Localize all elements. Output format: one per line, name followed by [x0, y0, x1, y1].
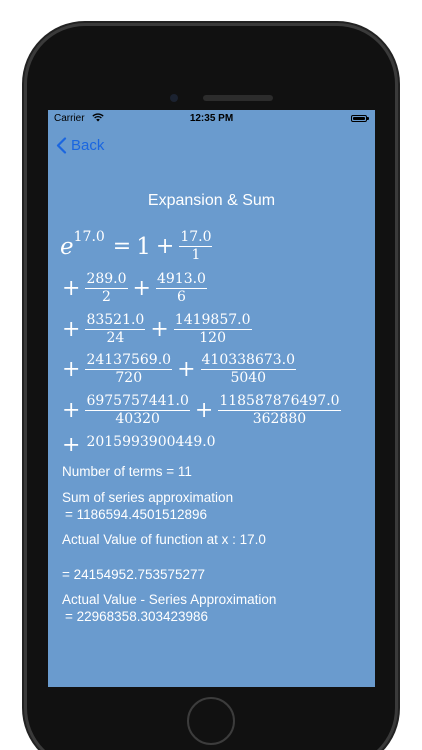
- clock: 12:35 PM: [189, 113, 234, 124]
- plus-sign: +: [62, 317, 81, 343]
- front-camera-icon: [170, 94, 178, 102]
- term-fraction: 83521.0 24: [85, 312, 146, 347]
- term-fraction: 289.0 2: [85, 271, 128, 306]
- first-term: 1: [136, 233, 151, 260]
- app-screen: Carrier 12:35 PM Back Expansion & Sum e …: [48, 110, 375, 687]
- plus-sign: +: [177, 357, 196, 383]
- plus-sign: +: [150, 317, 169, 343]
- sum-label: Sum of series approximation: [62, 490, 234, 505]
- home-button[interactable]: [187, 697, 235, 745]
- term-denominator: 1: [191, 247, 201, 264]
- plus-sign: +: [194, 398, 214, 424]
- back-button[interactable]: Back: [56, 137, 104, 154]
- expansion-row: e 17.0 = 1 + 17.0 1: [60, 228, 213, 264]
- expansion-row: + 6975757441.0 40320 + 118587876497.0 36…: [60, 393, 341, 428]
- term-denominator: 5040: [230, 370, 267, 387]
- term-denominator: 6: [177, 289, 186, 306]
- term-numerator: 6975757441.0: [85, 393, 190, 412]
- term-denominator: 362880: [252, 411, 307, 428]
- term-numerator: 118587876497.0: [218, 393, 341, 412]
- plus-sign: +: [62, 435, 81, 451]
- sum-value: = 1186594.4501512896: [65, 507, 208, 522]
- expansion-row: + 24137569.0 720 + 410338673.0 5040: [60, 352, 297, 387]
- plus-sign: +: [62, 357, 81, 383]
- term-fraction: 1419857.0 120: [173, 312, 252, 347]
- speaker-grille: [203, 95, 273, 101]
- actual-label: Actual Value of function at x : 17.0: [62, 532, 266, 547]
- page-title: Expansion & Sum: [147, 192, 276, 209]
- term-denominator: 24: [106, 330, 125, 347]
- term-fraction: 17.0 1: [179, 229, 213, 264]
- expansion-row-clipped: + 2015993900449.0: [60, 435, 217, 451]
- term-fraction: 4913.0 6: [155, 271, 207, 306]
- chevron-left-icon: [56, 137, 67, 154]
- term-fraction: 24137569.0 720: [85, 352, 173, 387]
- difference-label: Actual Value - Series Approximation: [62, 592, 277, 607]
- equals-sign: =: [112, 234, 132, 260]
- difference-value: = 22968358.303423986: [65, 609, 209, 624]
- term-fraction: 118587876497.0 362880: [218, 393, 341, 428]
- term-numerator: 1419857.0: [173, 312, 252, 331]
- expansion-row: + 289.0 2 + 4913.0 6: [60, 271, 207, 306]
- term-numerator: 2015993900449.0: [85, 435, 216, 451]
- plus-sign: +: [62, 398, 81, 424]
- term-fraction: 410338673.0 5040: [200, 352, 297, 387]
- term-numerator: 17.0: [179, 229, 213, 248]
- expansion-row: + 83521.0 24 + 1419857.0 120: [60, 312, 252, 347]
- plus-sign: +: [62, 276, 81, 302]
- back-label: Back: [71, 137, 105, 154]
- term-denominator: 2: [102, 289, 111, 306]
- term-fraction: 6975757441.0 40320: [85, 393, 190, 428]
- plus-sign: +: [132, 276, 151, 302]
- term-denominator: 40320: [115, 411, 160, 428]
- actual-value: = 24154952.753575277: [62, 567, 206, 582]
- term-numerator: 24137569.0: [85, 352, 173, 371]
- term-denominator: 720: [115, 370, 143, 387]
- term-denominator: 120: [199, 330, 226, 347]
- term-numerator: 289.0: [85, 271, 128, 290]
- term-numerator: 83521.0: [85, 312, 146, 331]
- term-numerator: 4913.0: [155, 271, 207, 290]
- base-symbol: e: [60, 233, 74, 260]
- battery-icon: [351, 115, 369, 122]
- exponent: 17.0: [73, 228, 105, 245]
- plus-sign: +: [155, 234, 175, 260]
- term-fraction: 2015993900449.0: [85, 435, 216, 451]
- status-bar: Carrier 12:35 PM: [48, 110, 375, 128]
- terms-count: Number of terms = 11: [62, 464, 192, 479]
- term-numerator: 410338673.0: [200, 352, 297, 371]
